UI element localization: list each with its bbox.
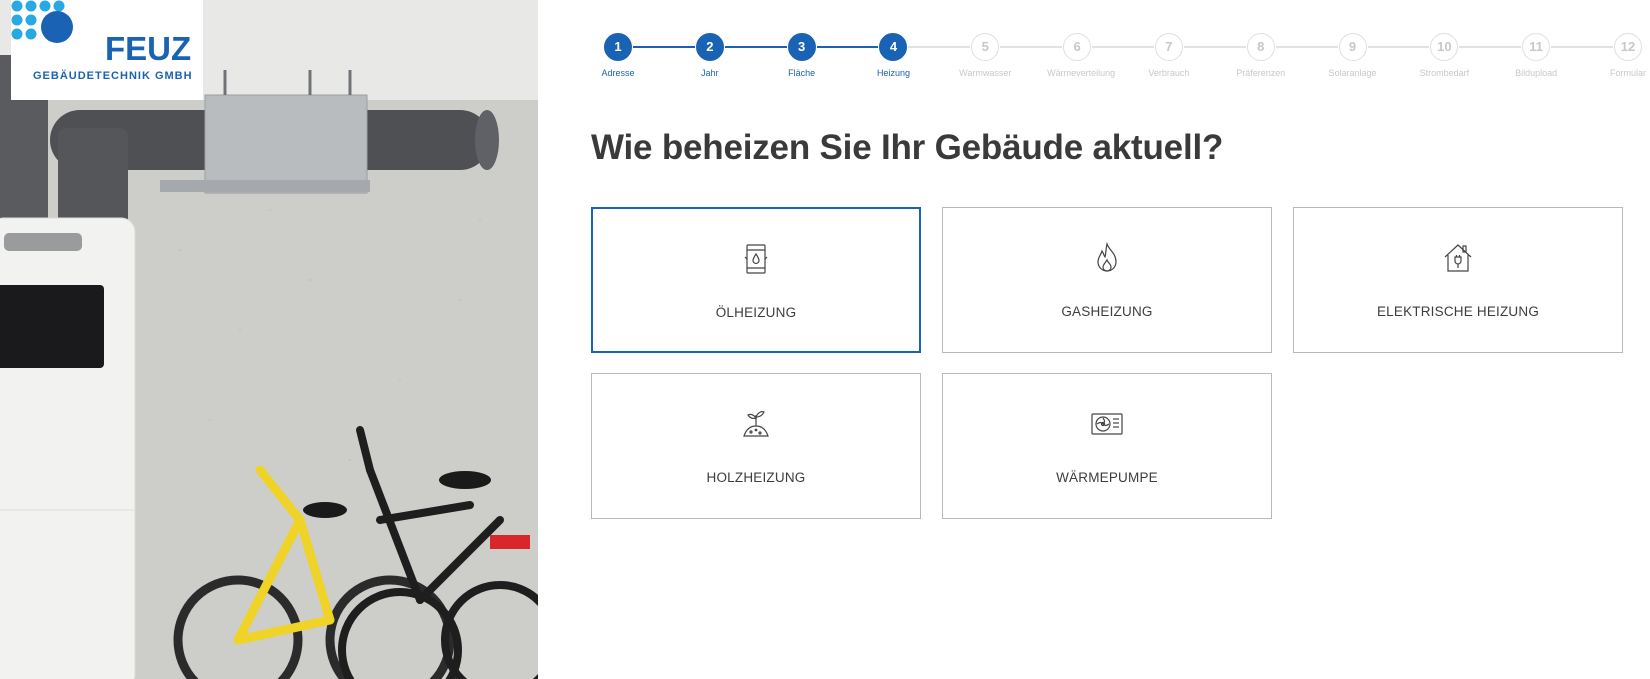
logo-wordmark: FEUZ (105, 30, 192, 67)
step-number: 1 (604, 33, 632, 61)
logo-dots-icon (11, 0, 73, 43)
step-number: 11 (1522, 33, 1551, 61)
question-heading: Wie beheizen Sie Ihr Gebäude aktuell? (591, 128, 1224, 167)
option-elektrische-heizung[interactable]: ELEKTRISCHE HEIZUNG (1293, 207, 1623, 353)
step-7: 7 Verbrauch (1139, 33, 1199, 78)
step-label: Bildupload (1515, 68, 1558, 78)
step-2[interactable]: 2 Jahr (680, 33, 740, 78)
step-label: Fläche (788, 68, 816, 78)
step-label: Formular (1609, 68, 1646, 78)
step-number: 10 (1430, 33, 1459, 61)
oil-barrel-icon (738, 241, 774, 277)
step-label: Wärmeverteilung (1047, 68, 1116, 78)
option-ölheizung[interactable]: ÖLHEIZUNG (591, 207, 921, 353)
step-number: 12 (1614, 33, 1642, 61)
logo-subtitle: GEBÄUDETECHNIK GMBH (33, 70, 193, 82)
progress-stepper: 1 Adresse 2 Jahr 3 Fläche 4 Heizung 5 Warmwasser 6… (594, 30, 1646, 90)
option-wärmepumpe[interactable]: WÄRMEPUMPE (942, 373, 1272, 519)
option-label: WÄRMEPUMPE (1056, 470, 1158, 485)
step-label: Heizung (876, 68, 910, 78)
step-3[interactable]: 3 Fläche (772, 33, 832, 78)
step-number: 5 (971, 33, 1000, 61)
step-4[interactable]: 4 Heizung (863, 33, 923, 78)
step-number: 2 (695, 33, 724, 61)
step-9: 9 Solaranlage (1323, 33, 1383, 78)
option-label: GASHEIZUNG (1061, 304, 1153, 319)
flame-icon (1089, 240, 1125, 276)
step-label: Strombedarf (1419, 68, 1470, 78)
step-number: 6 (1063, 33, 1092, 61)
option-label: ÖLHEIZUNG (715, 305, 797, 320)
step-number: 8 (1246, 33, 1275, 61)
company-logo[interactable]: FEUZ GEBÄUDETECHNIK GMBH (11, 0, 203, 100)
step-label: Solaranlage (1328, 68, 1377, 78)
option-gasheizung[interactable]: GASHEIZUNG (942, 207, 1272, 353)
step-label: Warmwasser (959, 68, 1012, 78)
step-8: 8 Präferenzen (1231, 33, 1291, 78)
step-number: 3 (787, 33, 816, 61)
wood-plant-icon (738, 406, 774, 442)
option-label: ELEKTRISCHE HEIZUNG (1376, 304, 1540, 319)
step-11: 11 Bildupload (1506, 33, 1566, 78)
step-12: 12 Formular (1598, 33, 1650, 78)
option-holzheizung[interactable]: HOLZHEIZUNG (591, 373, 921, 519)
step-6: 6 Wärmeverteilung (1047, 33, 1116, 78)
step-1[interactable]: 1 Adresse (588, 33, 648, 78)
step-10: 10 Strombedarf (1414, 33, 1474, 78)
basement-photo-illustration (0, 0, 538, 679)
step-5: 5 Warmwasser (955, 33, 1015, 78)
step-number: 4 (879, 33, 908, 61)
step-label: Präferenzen (1236, 68, 1286, 78)
heat-pump-icon (1089, 406, 1125, 442)
option-label: HOLZHEIZUNG (706, 470, 806, 485)
step-number: 9 (1338, 33, 1367, 61)
step-label: Jahr (701, 68, 719, 78)
step-number: 7 (1154, 33, 1183, 61)
electric-house-icon (1440, 240, 1476, 276)
step-label: Verbrauch (1148, 68, 1190, 78)
step-label: Adresse (601, 68, 635, 78)
hero-photo: FEUZ GEBÄUDETECHNIK GMBH (0, 0, 538, 679)
